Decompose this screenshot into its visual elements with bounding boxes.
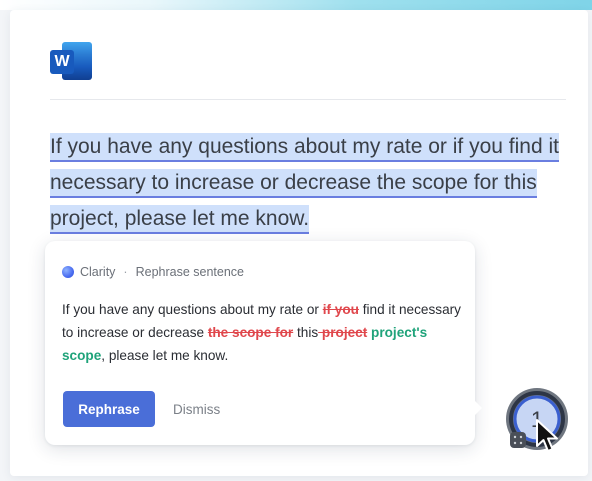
suggestion-text-part: this bbox=[293, 325, 319, 340]
popup-pointer bbox=[472, 398, 482, 418]
suggestion-text-part: If you have any questions about my rate … bbox=[62, 302, 323, 317]
suggestion-text-part: , please let me know. bbox=[101, 348, 229, 363]
word-logo-letter: W bbox=[50, 50, 74, 74]
deleted-text: the scope for bbox=[207, 325, 294, 340]
top-gradient-bar bbox=[0, 0, 592, 10]
selected-text[interactable]: If you have any questions about my rate … bbox=[50, 133, 559, 234]
badge-dot bbox=[519, 435, 523, 439]
deleted-text: if you bbox=[322, 302, 359, 317]
deleted-text: project bbox=[318, 325, 368, 340]
badge-dot bbox=[519, 441, 523, 445]
action-label: Rephrase sentence bbox=[135, 265, 244, 279]
dismiss-button[interactable]: Dismiss bbox=[173, 391, 220, 427]
assistant-corner-badge bbox=[510, 432, 526, 448]
clarity-logo-icon bbox=[62, 266, 74, 278]
badge-dot bbox=[513, 441, 517, 445]
header-divider bbox=[50, 99, 566, 100]
badge-dot bbox=[513, 435, 517, 439]
suggestion-popup: Clarity · Rephrase sentence If you have … bbox=[45, 241, 475, 445]
document-paragraph[interactable]: If you have any questions about my rate … bbox=[50, 129, 570, 237]
mouse-pointer-icon bbox=[536, 419, 558, 452]
popup-header: Clarity · Rephrase sentence bbox=[62, 265, 244, 279]
header-separator: · bbox=[123, 265, 128, 279]
brand-name: Clarity bbox=[80, 265, 116, 279]
suggestion-text: If you have any questions about my rate … bbox=[62, 298, 467, 367]
rephrase-button[interactable]: Rephrase bbox=[63, 391, 155, 427]
word-icon: W bbox=[50, 42, 92, 80]
